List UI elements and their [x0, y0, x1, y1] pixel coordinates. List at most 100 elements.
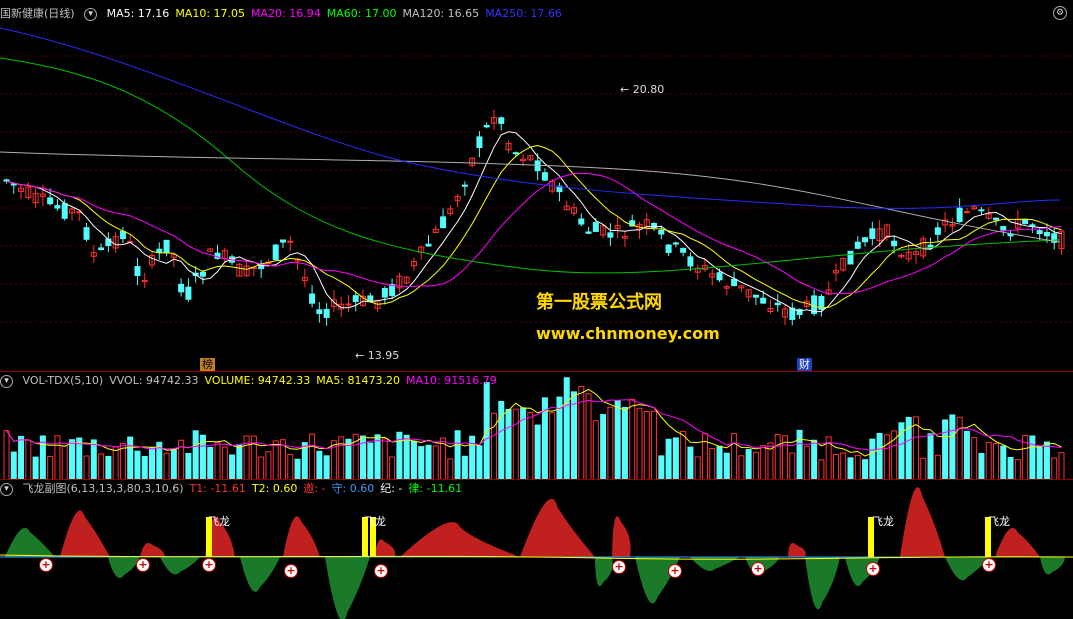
ma250-line: [0, 27, 1061, 209]
volume-bar: [731, 433, 738, 480]
ma20-line: [6, 172, 1062, 295]
volume-bar: [651, 410, 658, 480]
candle-body: [119, 230, 126, 240]
volume-bar: [127, 436, 134, 480]
volume-bar: [163, 452, 170, 480]
volume-bar: [592, 420, 599, 480]
vol-label-4: MA10: 91516.79: [406, 374, 497, 387]
volume-bar: [832, 453, 839, 480]
volume-bar: [316, 450, 323, 480]
feilong-area: [375, 539, 396, 557]
volume-bar: [185, 452, 192, 480]
candle-body: [440, 216, 447, 229]
volume-bar: [774, 433, 781, 480]
volume-bar: [934, 454, 941, 480]
ma-legend: MA5: 17.16 MA10: 17.05 MA20: 16.94 MA60: 17…: [107, 7, 568, 20]
candle-body: [978, 209, 985, 212]
feilong-area: [108, 557, 140, 578]
volume-bar: [294, 458, 301, 480]
price-chart[interactable]: [0, 0, 1073, 370]
volume-bar: [498, 400, 505, 480]
candle-body: [1022, 218, 1029, 224]
volume-bar: [680, 430, 687, 480]
candle-body: [3, 179, 10, 182]
volume-bar: [1007, 456, 1014, 480]
volume-bar: [716, 445, 723, 480]
volume-bar: [694, 456, 701, 480]
candle-body: [47, 197, 54, 205]
volume-bar: [236, 444, 243, 480]
feilong-header: ▾ 飞龙副图(6,13,13,3,80,3,10,6) T1: -11.61 T2:…: [0, 481, 474, 497]
volume-bar: [585, 393, 592, 480]
volume-bar: [672, 437, 679, 480]
buy-signal-plus-icon: +: [668, 564, 682, 578]
volume-bar: [447, 458, 454, 480]
event-tag-right[interactable]: 财: [797, 358, 812, 372]
buy-signal-plus-icon: +: [39, 558, 53, 572]
volume-bar: [665, 438, 672, 480]
volume-bar: [811, 439, 818, 480]
candle-body: [512, 152, 519, 155]
ma-label-2: MA20: 16.94: [251, 7, 321, 20]
fl-label-6: 律: -11.61: [408, 482, 463, 495]
volume-bar: [920, 457, 927, 480]
volume-bar: [374, 434, 381, 480]
candle-body: [854, 241, 861, 249]
volume-bar: [83, 455, 90, 480]
candle-body: [760, 297, 767, 304]
volume-bar: [978, 452, 985, 480]
volume-bar: [272, 440, 279, 480]
candle-body: [731, 278, 738, 287]
volume-bar: [1043, 441, 1050, 480]
buy-signal-plus-icon: +: [612, 560, 626, 574]
volume-bar: [534, 424, 541, 480]
buy-signal-plus-icon: +: [866, 562, 880, 576]
volume-bar: [90, 439, 97, 480]
candle-body: [461, 184, 468, 187]
volume-bar: [265, 451, 272, 480]
candle-body: [272, 244, 279, 260]
high-price-label: ← 20.80: [620, 83, 665, 96]
ma10-line: [6, 145, 1062, 309]
ma-label-1: MA10: 17.05: [175, 7, 246, 20]
candle-body: [658, 229, 665, 235]
volume-bar: [1029, 435, 1036, 480]
feilong-area: [805, 557, 840, 610]
candle-body: [847, 250, 854, 265]
volume-bar: [687, 446, 694, 480]
vol-label-0: VOL-TDX(5,10): [22, 374, 104, 387]
volume-bar: [170, 448, 177, 480]
volume-bar: [971, 437, 978, 480]
menu-toggle-icon[interactable]: ▾: [84, 7, 98, 21]
candle-body: [389, 284, 396, 296]
candle-body: [309, 293, 316, 304]
candle-body: [891, 240, 898, 247]
volume-bar: [629, 398, 636, 480]
volume-bar: [54, 435, 61, 480]
feilong-signal-label: 飞龙: [872, 515, 894, 528]
volume-bar: [134, 450, 141, 480]
ma-label-0: MA5: 17.16: [106, 7, 170, 20]
candle-body: [869, 228, 876, 239]
event-tag-left[interactable]: 榜: [200, 358, 215, 372]
candle-body: [54, 205, 61, 209]
candle-body: [592, 222, 599, 232]
candle-body: [483, 124, 490, 128]
candle-body: [1029, 224, 1036, 227]
fl-label-5: 纪: -: [380, 482, 403, 495]
buy-signal-plus-icon: +: [751, 562, 765, 576]
volume-bar: [192, 430, 199, 480]
volume-bar: [425, 444, 432, 480]
feilong-chart[interactable]: [0, 479, 1073, 619]
settings-icon[interactable]: ⚙: [1053, 6, 1067, 20]
volume-bar: [309, 433, 316, 480]
feilong-menu-icon[interactable]: ▾: [0, 482, 13, 496]
candle-body: [585, 231, 592, 234]
volume-menu-icon[interactable]: ▾: [0, 374, 13, 388]
candle-body: [1000, 226, 1007, 231]
candle-body: [1036, 230, 1043, 234]
volume-bar: [47, 455, 54, 480]
volume-bar: [796, 429, 803, 480]
candle-body: [862, 237, 869, 243]
candle-body: [1043, 232, 1050, 237]
